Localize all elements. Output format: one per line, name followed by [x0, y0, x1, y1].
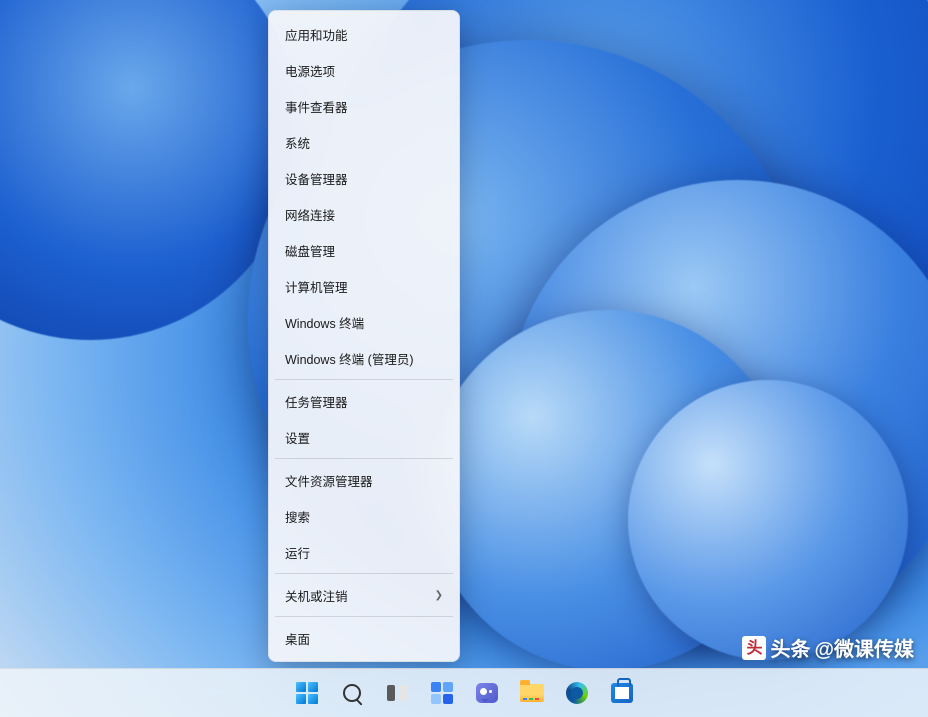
store-button[interactable]	[602, 673, 642, 713]
menu-separator	[275, 573, 453, 574]
menu-item-event-viewer[interactable]: 事件查看器	[274, 88, 454, 124]
menu-item-file-explorer[interactable]: 文件资源管理器	[274, 462, 454, 498]
start-button[interactable]	[287, 673, 327, 713]
menu-item-windows-terminal-admin[interactable]: Windows 终端 (管理员)	[274, 340, 454, 376]
menu-item-computer-management[interactable]: 计算机管理	[274, 268, 454, 304]
menu-item-windows-terminal[interactable]: Windows 终端	[274, 304, 454, 340]
store-icon	[611, 683, 633, 703]
desktop-wallpaper[interactable]	[0, 0, 928, 717]
menu-item-device-manager[interactable]: 设备管理器	[274, 160, 454, 196]
menu-separator	[275, 616, 453, 617]
chat-icon	[476, 683, 498, 703]
explorer-button[interactable]	[512, 673, 552, 713]
menu-item-settings[interactable]: 设置	[274, 419, 454, 455]
winx-context-menu: 应用和功能 电源选项 事件查看器 系统 设备管理器 网络连接 磁盘管理 计算机管…	[268, 10, 460, 662]
menu-item-disk-management[interactable]: 磁盘管理	[274, 232, 454, 268]
taskview-icon	[387, 685, 407, 701]
menu-item-run[interactable]: 运行	[274, 534, 454, 570]
menu-item-shutdown-signout[interactable]: 关机或注销 ❯	[274, 577, 454, 613]
explorer-icon	[520, 684, 544, 702]
menu-separator	[275, 458, 453, 459]
menu-item-power-options[interactable]: 电源选项	[274, 52, 454, 88]
menu-item-system[interactable]: 系统	[274, 124, 454, 160]
menu-item-desktop[interactable]: 桌面	[274, 620, 454, 656]
menu-separator	[275, 379, 453, 380]
widgets-button[interactable]	[422, 673, 462, 713]
search-button[interactable]	[332, 673, 372, 713]
search-icon	[343, 684, 361, 702]
edge-icon	[566, 682, 588, 704]
taskbar	[0, 668, 928, 717]
edge-button[interactable]	[557, 673, 597, 713]
windows-icon	[296, 682, 318, 704]
toutiao-icon: 头	[742, 636, 766, 660]
menu-item-search[interactable]: 搜索	[274, 498, 454, 534]
menu-item-network-connections[interactable]: 网络连接	[274, 196, 454, 232]
menu-item-task-manager[interactable]: 任务管理器	[274, 383, 454, 419]
taskview-button[interactable]	[377, 673, 417, 713]
chat-button[interactable]	[467, 673, 507, 713]
menu-item-apps-features[interactable]: 应用和功能	[274, 16, 454, 52]
widgets-icon	[431, 682, 453, 704]
chevron-right-icon: ❯	[435, 590, 443, 601]
watermark-text: 头 头条 @微课传媒	[742, 633, 914, 662]
